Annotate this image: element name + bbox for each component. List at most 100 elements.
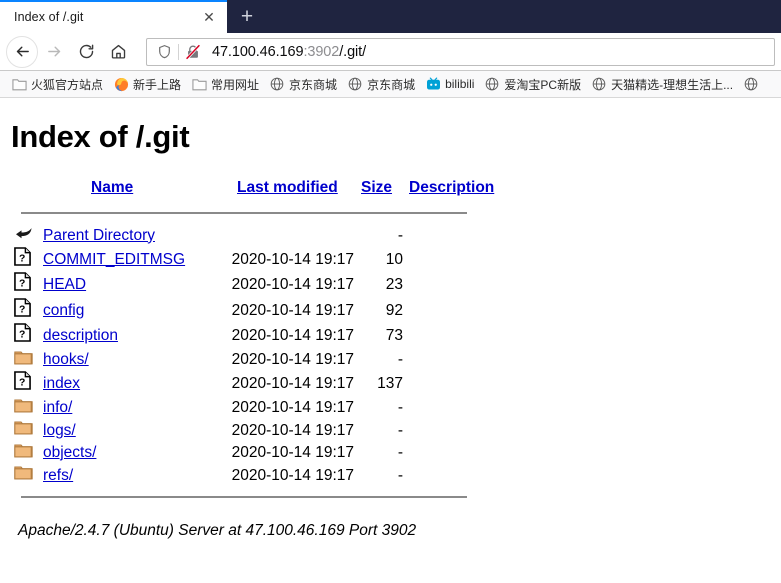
address-bar-text[interactable]: 47.100.46.169:3902/.git/ <box>212 44 366 60</box>
entry-link[interactable]: config <box>43 302 84 319</box>
entry-description <box>409 272 494 298</box>
entry-link[interactable]: Parent Directory <box>43 227 155 244</box>
column-header-description[interactable]: Description <box>409 177 494 203</box>
entry-modified <box>215 224 361 247</box>
reload-button[interactable] <box>70 36 102 68</box>
unknown-file-icon: ? <box>11 246 43 273</box>
entry-link[interactable]: description <box>43 327 118 344</box>
table-header-row: Name Last modified Size Description <box>11 177 494 203</box>
footer-divider <box>21 496 467 499</box>
column-header-last-modified-link[interactable]: Last modified <box>237 179 338 196</box>
address-bar[interactable]: 47.100.46.169:3902/.git/ <box>146 37 775 66</box>
folder-icon <box>11 349 43 372</box>
unknown-file-icon: ? <box>11 272 43 298</box>
svg-text:?: ? <box>19 378 25 389</box>
column-header-size-link[interactable]: Size <box>361 179 392 196</box>
entry-name-cell[interactable]: description <box>43 323 215 349</box>
column-header-name[interactable]: Name <box>43 177 215 203</box>
bookmark-item[interactable]: bilibili <box>420 73 479 95</box>
entry-size: - <box>397 351 403 368</box>
browser-toolbar: 47.100.46.169:3902/.git/ <box>0 33 781 71</box>
bookmark-item[interactable] <box>738 73 768 95</box>
table-row[interactable]: Parent Directory - <box>11 224 494 247</box>
entry-link[interactable]: objects/ <box>43 444 96 461</box>
entry-link[interactable]: info/ <box>43 399 72 416</box>
table-row[interactable]: hooks/ 2020-10-14 19:17 - <box>11 349 494 372</box>
entry-link[interactable]: index <box>43 375 80 392</box>
globe-icon <box>347 76 363 92</box>
identity-separator <box>178 43 179 60</box>
close-icon[interactable]: ✕ <box>199 7 219 27</box>
folder-icon <box>11 442 43 465</box>
column-header-description-link[interactable]: Description <box>409 179 494 196</box>
entry-name-cell[interactable]: refs/ <box>43 464 215 487</box>
unknown-file-icon: ? <box>11 297 43 324</box>
table-row[interactable]: ? HEAD 2020-10-14 19:17 23 <box>11 272 494 298</box>
shield-icon[interactable] <box>153 41 175 63</box>
unknown-file-icon: ? <box>11 323 43 349</box>
entry-link[interactable]: COMMIT_EDITMSG <box>43 251 185 268</box>
bookmark-item[interactable]: 京东商城 <box>342 73 420 95</box>
table-row[interactable]: ? index 2020-10-14 19:17 137 <box>11 371 494 397</box>
globe-icon <box>484 76 500 92</box>
tab-active-accent <box>0 0 227 2</box>
entry-link[interactable]: refs/ <box>43 467 73 484</box>
entry-name-cell[interactable]: HEAD <box>43 272 215 298</box>
bookmark-item[interactable]: 常用网址 <box>186 73 264 95</box>
back-button[interactable] <box>6 35 38 68</box>
entry-name-cell[interactable]: hooks/ <box>43 349 215 372</box>
column-header-size[interactable]: Size <box>361 177 409 203</box>
entry-link[interactable]: HEAD <box>43 276 86 293</box>
entry-description <box>409 464 494 487</box>
entry-name-cell[interactable]: objects/ <box>43 442 215 465</box>
folder-icon <box>11 464 43 487</box>
bookmarks-toolbar: 火狐官方站点 新手上路 常用网址 京东商城 京东商城 bilibili 爱淘宝P… <box>0 71 781 98</box>
bookmark-item[interactable]: 京东商城 <box>264 73 342 95</box>
folder-icon <box>11 419 43 442</box>
entry-name-cell[interactable]: COMMIT_EDITMSG <box>43 247 215 273</box>
table-row[interactable]: logs/ 2020-10-14 19:17 - <box>11 419 494 442</box>
identity-block[interactable] <box>153 41 204 63</box>
entry-description <box>409 349 494 372</box>
entry-name-cell[interactable]: info/ <box>43 397 215 420</box>
table-row[interactable]: ? config 2020-10-14 19:17 92 <box>11 297 494 324</box>
browser-title-bar: Index of /.git ✕ + <box>0 0 781 33</box>
table-row[interactable]: info/ 2020-10-14 19:17 - <box>11 397 494 420</box>
lock-crossed-out-icon[interactable] <box>182 41 204 63</box>
table-row[interactable]: refs/ 2020-10-14 19:17 - <box>11 464 494 487</box>
entry-name-cell[interactable]: logs/ <box>43 419 215 442</box>
new-tab-button[interactable]: + <box>227 0 267 33</box>
url-host: 47.100.46.169 <box>212 43 304 60</box>
bookmark-item[interactable]: 火狐官方站点 <box>6 73 108 95</box>
table-row[interactable]: ? COMMIT_EDITMSG 2020-10-14 19:17 10 <box>11 246 494 273</box>
entry-name-cell[interactable]: config <box>43 298 215 324</box>
bookmark-item[interactable]: 新手上路 <box>108 73 186 95</box>
column-header-name-link[interactable]: Name <box>91 179 133 196</box>
bilibili-icon <box>425 76 441 92</box>
bookmark-item[interactable]: 爱淘宝PC新版 <box>479 73 586 95</box>
unknown-file-icon: ? <box>11 371 43 397</box>
header-rule-cell <box>11 203 494 225</box>
globe-icon <box>591 76 607 92</box>
column-header-last-modified[interactable]: Last modified <box>215 177 361 203</box>
home-button[interactable] <box>102 36 134 68</box>
table-row[interactable]: ? description 2020-10-14 19:17 73 <box>11 323 494 349</box>
entry-modified: 2020-10-14 19:17 <box>231 250 354 268</box>
entry-link[interactable]: hooks/ <box>43 351 89 368</box>
entry-description <box>409 419 494 442</box>
entry-link[interactable]: logs/ <box>43 422 76 439</box>
table-row[interactable]: objects/ 2020-10-14 19:17 - <box>11 442 494 465</box>
header-rule-row <box>11 203 494 225</box>
url-port: :3902 <box>303 43 340 60</box>
entry-size: - <box>397 421 403 439</box>
entry-modified: 2020-10-14 19:17 <box>231 466 354 484</box>
entry-name-cell[interactable]: Parent Directory <box>43 224 215 247</box>
entry-size: 73 <box>385 327 403 344</box>
bookmark-item[interactable]: 天猫精选-理想生活上... <box>586 73 738 95</box>
entry-description <box>409 442 494 465</box>
entry-name-cell[interactable]: index <box>43 371 215 397</box>
globe-icon <box>269 76 285 92</box>
forward-button[interactable] <box>38 36 70 68</box>
arrow-left-icon <box>16 46 29 57</box>
browser-tab-active[interactable]: Index of /.git ✕ <box>0 0 227 33</box>
